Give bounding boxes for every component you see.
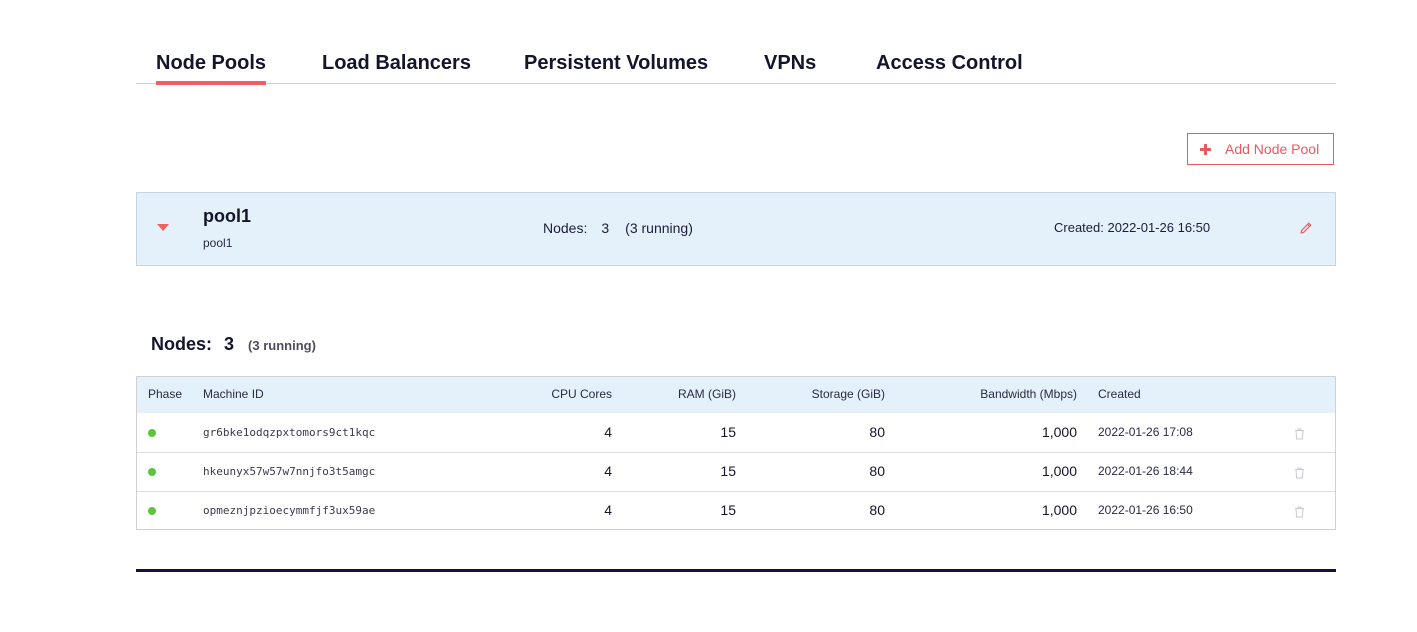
trash-icon[interactable] (1294, 466, 1305, 479)
add-node-pool-button[interactable]: Add Node Pool (1187, 133, 1334, 165)
column-header-cpu-cores: CPU Cores (551, 387, 612, 401)
nodes-table: Phase Machine ID CPU Cores RAM (GiB) Sto… (136, 376, 1336, 530)
created: 2022-01-26 18:44 (1098, 464, 1193, 478)
status-running-dot (148, 468, 156, 476)
ram: 15 (720, 424, 736, 440)
created: 2022-01-26 16:50 (1098, 503, 1193, 517)
nodes-summary-running: (3 running) (248, 338, 316, 353)
tab-persistent-volumes[interactable]: Persistent Volumes (524, 50, 708, 83)
created: 2022-01-26 17:08 (1098, 425, 1193, 439)
ram: 15 (720, 502, 736, 518)
pool-created: Created: 2022-01-26 16:50 (1054, 220, 1211, 235)
add-node-pool-label: Add Node Pool (1225, 141, 1320, 157)
status-running-dot (148, 507, 156, 515)
cpu-cores: 4 (604, 424, 612, 440)
tab-bar: Node Pools Load Balancers Persistent Vol… (136, 50, 1336, 85)
tab-vpns[interactable]: VPNs (764, 50, 816, 83)
column-header-phase: Phase (148, 387, 183, 401)
bandwidth: 1,000 (1041, 502, 1077, 518)
column-header-machine-id: Machine ID (203, 387, 264, 401)
machine-id: hkeunyx57w57w7nnjfo3t5amgc (203, 465, 376, 478)
status-running-dot (148, 429, 156, 437)
tab-load-balancers[interactable]: Load Balancers (322, 50, 471, 83)
pool-name: pool1 (203, 206, 251, 226)
cpu-cores: 4 (604, 502, 612, 518)
trash-icon[interactable] (1294, 427, 1305, 440)
caret-down-icon[interactable] (157, 224, 169, 231)
storage: 80 (869, 502, 885, 518)
pencil-icon[interactable] (1298, 220, 1314, 236)
trash-icon[interactable] (1294, 505, 1305, 518)
tab-access-control[interactable]: Access Control (876, 50, 1023, 83)
pool-nodes-label: Nodes: (543, 220, 588, 236)
nodes-summary-label: Nodes: (151, 334, 213, 354)
ram: 15 (720, 463, 736, 479)
storage: 80 (869, 424, 885, 440)
nodes-summary: Nodes: 3 (3 running) (151, 334, 316, 355)
cpu-cores: 4 (604, 463, 612, 479)
bandwidth: 1,000 (1041, 424, 1077, 440)
node-pool-panel: pool1 pool1 Nodes: 3 (3 running) Created: … (136, 192, 1336, 266)
machine-id: opmeznjpzioecymmfjf3ux59ae (203, 504, 376, 517)
pool-nodes-running: (3 running) (625, 220, 693, 236)
nodes-summary-count: 3 (224, 334, 235, 354)
table-header: Phase Machine ID CPU Cores RAM (GiB) Sto… (137, 377, 1335, 413)
table-row: hkeunyx57w57w7nnjfo3t5amgc 4 15 80 1,000… (137, 452, 1335, 492)
pool-subtitle: pool1 (203, 236, 233, 250)
column-header-storage: Storage (GiB) (811, 387, 885, 401)
bandwidth: 1,000 (1041, 463, 1077, 479)
plus-icon (1200, 143, 1211, 155)
machine-id: gr6bke1odqzpxtomors9ct1kqc (203, 426, 376, 439)
bottom-divider (136, 569, 1336, 572)
pool-nodes-info: Nodes: 3 (3 running) (543, 220, 693, 236)
storage: 80 (869, 463, 885, 479)
column-header-bandwidth: Bandwidth (Mbps) (980, 387, 1077, 401)
column-header-created: Created (1098, 387, 1141, 401)
pool-nodes-count: 3 (601, 220, 610, 236)
table-row: gr6bke1odqzpxtomors9ct1kqc 4 15 80 1,000… (137, 413, 1335, 453)
page: Node Pools Load Balancers Persistent Vol… (0, 0, 1417, 632)
table-row: opmeznjpzioecymmfjf3ux59ae 4 15 80 1,000… (137, 491, 1335, 530)
column-header-ram: RAM (GiB) (678, 387, 736, 401)
tab-node-pools[interactable]: Node Pools (156, 50, 267, 85)
